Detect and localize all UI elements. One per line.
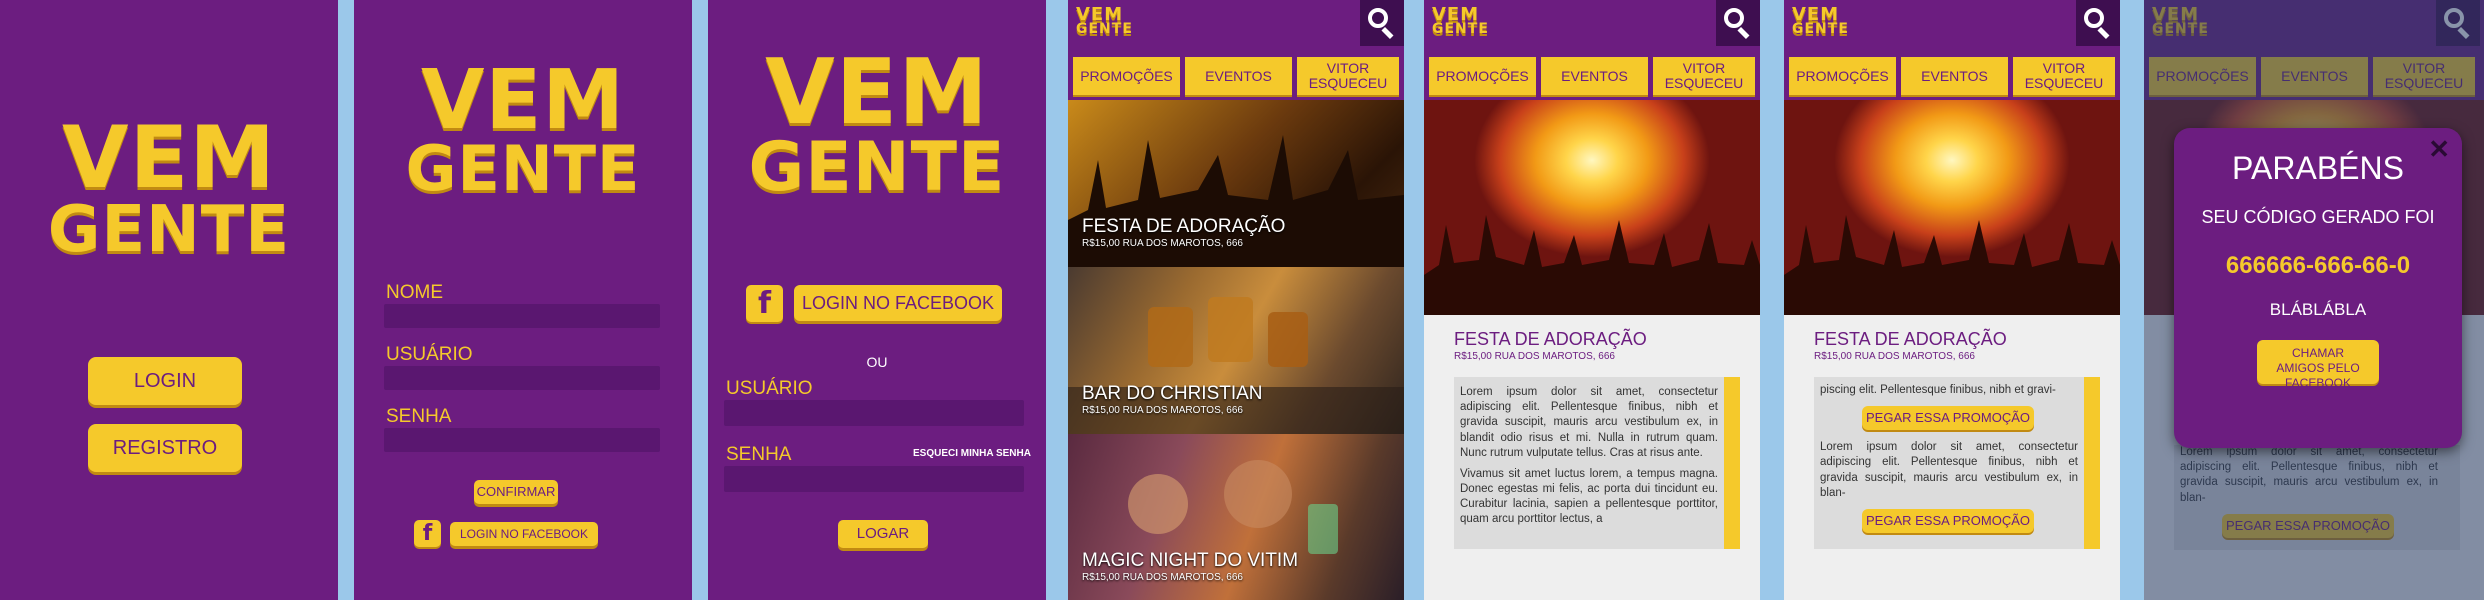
search-icon[interactable]: [2076, 0, 2120, 46]
close-icon[interactable]: ✕: [2428, 134, 2450, 165]
tab-eventos[interactable]: EVENTOS: [1901, 57, 2008, 95]
user-label: USUÁRIO: [386, 344, 473, 365]
app-logo: VEM GENTE: [354, 53, 692, 205]
header-logo: VEM GENTE: [1792, 5, 1849, 38]
user-field[interactable]: [384, 366, 660, 390]
description-paragraph: Lorem ipsum dolor sit amet, consectetur …: [1820, 441, 2078, 499]
user-label: USUÁRIO: [726, 378, 813, 399]
event-subtitle: R$15,00 RUA DOS MAROTOS, 666: [1814, 351, 1975, 362]
event-card[interactable]: BAR DO CHRISTIAN R$15,00 RUA DOS MAROTOS…: [1068, 267, 1404, 434]
invite-friends-facebook-button[interactable]: CHAMAR AMIGOS PELO FACEBOOK: [2257, 340, 2379, 390]
modal-message: SEU CÓDIGO GERADO FOI: [2201, 207, 2435, 227]
app-header: VEM GENTE PROMOÇÕES EVENTOS VITOR ESQUEC…: [1424, 0, 1760, 100]
event-title: MAGIC NIGHT DO VITIM: [1082, 550, 1299, 571]
modal-extra-text: BLÁBLÁBLA: [2269, 300, 2367, 319]
header-logo: VEM GENTE: [1076, 5, 1133, 38]
event-photo: [1424, 100, 1760, 315]
crowd-silhouette: [1784, 215, 2120, 315]
logo-line1: VEM: [765, 40, 989, 145]
event-detail-scrolled-screen: VEM GENTE PROMOÇÕES EVENTOS VITOR ESQUEC…: [1784, 0, 2120, 600]
scrollbar[interactable]: [2084, 377, 2100, 549]
confirm-button[interactable]: CONFIRMAR: [474, 480, 558, 504]
facebook-login-button[interactable]: LOGIN NO FACEBOOK: [450, 522, 598, 546]
scrollbar[interactable]: [1724, 377, 1740, 549]
event-subtitle: R$15,00 RUA DOS MAROTOS, 666: [1082, 238, 1243, 249]
logo-line2: GENTE: [47, 192, 291, 267]
event-detail-panel: FESTA DE ADORAÇÃO R$15,00 RUA DOS MAROTO…: [1424, 315, 1760, 600]
search-icon[interactable]: [1360, 0, 1404, 46]
register-button[interactable]: REGISTRO: [88, 424, 242, 472]
tab-promocoes[interactable]: PROMOÇÕES: [1073, 57, 1180, 95]
event-detail-panel: FESTA DE ADORAÇÃO R$15,00 RUA DOS MAROTO…: [1784, 315, 2120, 600]
user-field[interactable]: [724, 400, 1024, 426]
event-title: BAR DO CHRISTIAN: [1082, 383, 1263, 404]
description-paragraph: Vivamus sit amet luctus lorem, a tempus …: [1460, 467, 1718, 526]
facebook-icon[interactable]: f: [746, 285, 783, 322]
facebook-login-button[interactable]: LOGIN NO FACEBOOK: [794, 285, 1002, 321]
event-title: FESTA DE ADORAÇÃO: [1082, 216, 1286, 237]
logo-line2: GENTE: [1792, 21, 1849, 38]
success-modal: ✕ PARABÉNS SEU CÓDIGO GERADO FOI 666666-…: [2174, 128, 2462, 448]
search-icon[interactable]: [1716, 0, 1760, 46]
app-logo: VEM GENTE: [708, 40, 1046, 207]
or-text: OU: [866, 354, 888, 370]
event-photo: [1784, 100, 2120, 315]
event-description[interactable]: Lorem ipsum dolor sit amet, consectetur …: [1454, 377, 1740, 549]
login-screen: VEM GENTE f LOGIN NO FACEBOOK OU USUÁRIO…: [708, 0, 1046, 600]
logo-line1: VEM: [420, 53, 626, 148]
generated-code: 666666-666-66-0: [2225, 252, 2411, 279]
event-detail-screen: VEM GENTE PROMOÇÕES EVENTOS VITOR ESQUEC…: [1424, 0, 1760, 600]
app-header: VEM GENTE PROMOÇÕES EVENTOS VITOR ESQUEC…: [1784, 0, 2120, 100]
submit-login-button[interactable]: LOGAR: [838, 520, 928, 548]
tab-promocoes[interactable]: PROMOÇÕES: [1789, 57, 1896, 95]
event-subtitle: R$15,00 RUA DOS MAROTOS, 666: [1082, 572, 1243, 583]
header-logo: VEM GENTE: [1432, 5, 1489, 38]
logo-line2: GENTE: [1432, 21, 1489, 38]
password-field[interactable]: [384, 428, 660, 452]
tab-vitor-esqueceu[interactable]: VITOR ESQUECEU: [1297, 57, 1399, 95]
logo-line2: GENTE: [405, 131, 641, 205]
password-label: SENHA: [726, 444, 792, 465]
facebook-icon[interactable]: f: [414, 520, 441, 547]
app-logo: VEM GENTE: [0, 108, 338, 267]
event-title: FESTA DE ADORAÇÃO: [1454, 329, 1647, 349]
event-description[interactable]: piscing elit. Pellentesque finibus, nibh…: [1814, 377, 2100, 549]
tab-eventos[interactable]: EVENTOS: [1541, 57, 1648, 95]
login-button[interactable]: LOGIN: [88, 357, 242, 405]
event-subtitle: R$15,00 RUA DOS MAROTOS, 666: [1454, 351, 1615, 362]
crowd-silhouette: [1424, 215, 1760, 315]
forgot-password-link[interactable]: ESQUECI MINHA SENHA: [913, 448, 1031, 459]
code-modal-screen: VEM GENTE PROMOÇÕES EVENTOS VITOR ESQUEC…: [2144, 0, 2484, 600]
description-paragraph: piscing elit. Pellentesque finibus, nibh…: [1820, 384, 2056, 396]
event-list-screen: VEM GENTE PROMOÇÕES EVENTOS VITOR ESQUEC…: [1068, 0, 1404, 600]
logo-line2: GENTE: [1076, 21, 1133, 38]
password-label: SENHA: [386, 406, 452, 427]
promo-button[interactable]: PEGAR ESSA PROMOÇÃO: [1862, 406, 2034, 431]
event-card[interactable]: MAGIC NIGHT DO VITIM R$15,00 RUA DOS MAR…: [1068, 434, 1404, 600]
app-header: VEM GENTE PROMOÇÕES EVENTOS VITOR ESQUEC…: [1068, 0, 1404, 100]
event-title: FESTA DE ADORAÇÃO: [1814, 329, 2007, 349]
promo-button[interactable]: PEGAR ESSA PROMOÇÃO: [1862, 508, 2034, 533]
tab-vitor-esqueceu[interactable]: VITOR ESQUECEU: [2013, 57, 2115, 95]
splash-screen: VEM GENTE LOGIN REGISTRO: [0, 0, 338, 600]
name-label: NOME: [386, 282, 443, 303]
modal-title: PARABÉNS: [2232, 150, 2404, 186]
password-field[interactable]: [724, 466, 1024, 492]
event-card[interactable]: FESTA DE ADORAÇÃO R$15,00 RUA DOS MAROTO…: [1068, 100, 1404, 267]
tab-promocoes[interactable]: PROMOÇÕES: [1429, 57, 1536, 95]
name-field[interactable]: [384, 304, 660, 328]
tab-eventos[interactable]: EVENTOS: [1185, 57, 1292, 95]
tab-vitor-esqueceu[interactable]: VITOR ESQUECEU: [1653, 57, 1755, 95]
logo-line1: VEM: [62, 108, 276, 208]
event-subtitle: R$15,00 RUA DOS MAROTOS, 666: [1082, 405, 1243, 416]
logo-line2: GENTE: [748, 127, 1006, 207]
register-screen: VEM GENTE NOME USUÁRIO SENHA CONFIRMAR f…: [354, 0, 692, 600]
description-paragraph: Lorem ipsum dolor sit amet, consectetur …: [1460, 386, 1718, 459]
